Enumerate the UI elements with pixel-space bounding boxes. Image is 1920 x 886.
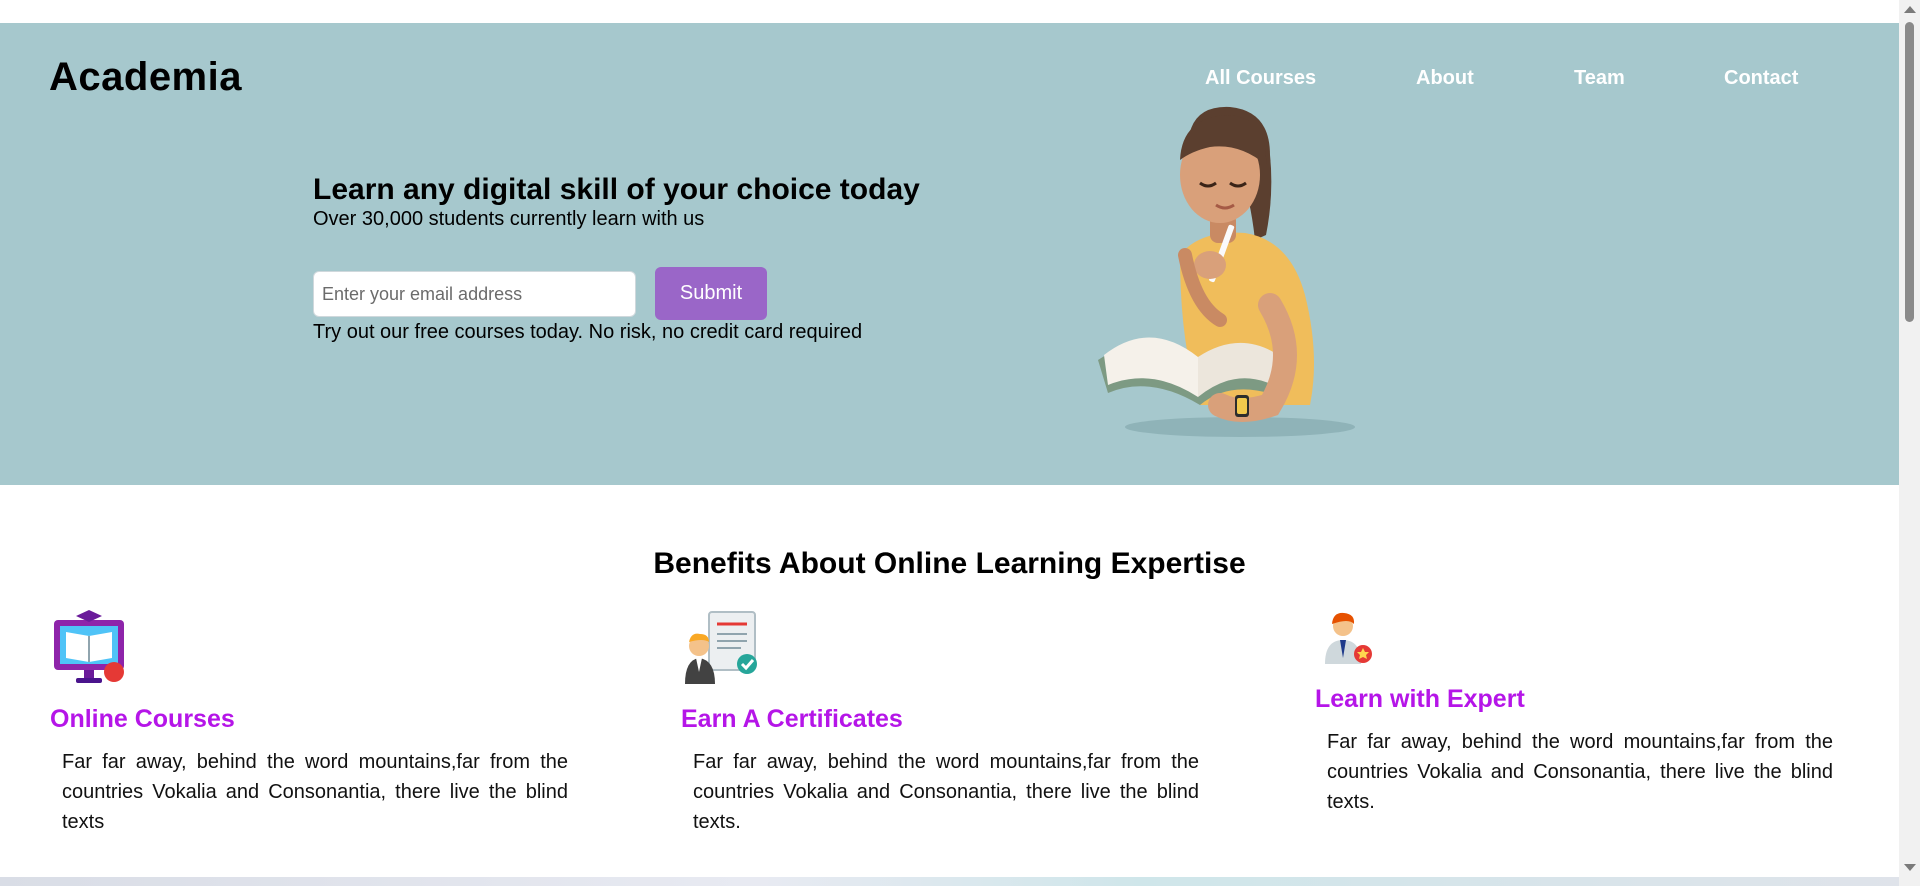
scrollbar-thumb[interactable] bbox=[1905, 22, 1914, 322]
bottom-strip bbox=[0, 877, 1899, 886]
vertical-scrollbar[interactable] bbox=[1899, 0, 1920, 886]
main-nav: All Courses About Team Contact bbox=[0, 67, 1899, 97]
benefit-title: Earn A Certificates bbox=[681, 705, 903, 733]
nav-all-courses[interactable]: All Courses bbox=[1205, 67, 1316, 90]
hero-note: Try out our free courses today. No risk,… bbox=[313, 321, 863, 343]
scroll-down-arrow-icon[interactable] bbox=[1904, 864, 1916, 871]
hero-subline: Over 30,000 students currently learn wit… bbox=[313, 208, 705, 230]
certificate-icon bbox=[685, 611, 757, 684]
benefit-text: Far far away, behind the word mountains,… bbox=[693, 751, 1199, 833]
benefit-title: Online Courses bbox=[50, 705, 235, 733]
scroll-up-arrow-icon[interactable] bbox=[1904, 6, 1916, 13]
benefit-text: Far far away, behind the word mountains,… bbox=[62, 751, 568, 833]
email-input[interactable] bbox=[313, 271, 636, 317]
benefit-text: Far far away, behind the word mountains,… bbox=[1327, 731, 1833, 813]
hero-headline: Learn any digital skill of your choice t… bbox=[313, 173, 920, 206]
online-course-computer-icon bbox=[54, 610, 124, 683]
hero-section: Academia All Courses About Team Contact … bbox=[0, 23, 1899, 485]
submit-button[interactable]: Submit bbox=[655, 267, 767, 320]
expert-icon bbox=[1325, 612, 1372, 664]
nav-team[interactable]: Team bbox=[1574, 67, 1625, 90]
student-reading-book-illustration bbox=[1098, 106, 1355, 437]
benefits-title: Benefits About Online Learning Expertise bbox=[653, 546, 1246, 580]
page: Academia All Courses About Team Contact … bbox=[0, 0, 1899, 886]
benefit-title: Learn with Expert bbox=[1315, 685, 1525, 713]
nav-about[interactable]: About bbox=[1416, 67, 1474, 90]
nav-contact[interactable]: Contact bbox=[1724, 67, 1798, 90]
